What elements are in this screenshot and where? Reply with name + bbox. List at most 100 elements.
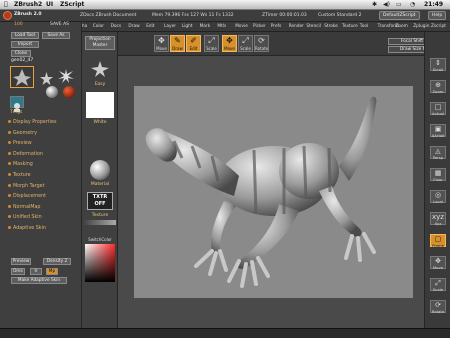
switch-color-gradient[interactable] (84, 220, 116, 225)
move-mode-button[interactable]: ✥ Move (222, 35, 237, 52)
density-slider[interactable]: Density 2 (43, 258, 71, 265)
help-button[interactable]: Help (428, 11, 447, 20)
section-bullet-icon (8, 226, 11, 229)
projection-master-button[interactable]: Projection Master (85, 36, 115, 50)
view-scale-button[interactable]: ⤢ Scale (430, 278, 446, 292)
section-unified-skin[interactable]: Unified Skin (8, 215, 42, 220)
menu-zoom[interactable]: Zoom (395, 24, 407, 29)
star-tool-icon[interactable] (40, 70, 53, 85)
texture-off-button[interactable]: TXTR OFF (87, 192, 113, 210)
menu-picker[interactable]: Picker (253, 24, 266, 29)
section-label: Texture (13, 173, 31, 178)
airport-icon[interactable]: ◔ (410, 1, 415, 8)
view-local-button[interactable]: ◎ Local (430, 190, 446, 204)
menu-mark[interactable]: Mark (200, 24, 211, 29)
battery-icon[interactable]: ▭ (396, 1, 402, 8)
material-sphere-icon[interactable] (90, 160, 110, 180)
zoom-icon: ⊕ (435, 81, 441, 89)
draw-tool-button[interactable]: ✎ Draw (170, 35, 185, 52)
rotate-icon: ⟳ (258, 36, 265, 45)
import-button[interactable]: Import (11, 41, 39, 48)
view-frame-button[interactable]: ▢ Frame (430, 234, 446, 248)
mp-button[interactable]: Mp (46, 268, 58, 275)
saveas-small[interactable]: SAVE AS (50, 22, 69, 27)
view-button-label: Zoom (432, 89, 444, 94)
current-tool-name: gen02_47 (11, 58, 34, 63)
texture-tool-icon[interactable] (10, 96, 24, 112)
current-tool-thumbnail[interactable] (10, 66, 34, 88)
document-canvas[interactable] (134, 86, 413, 298)
default-zscript-button[interactable]: DefaultZScript (379, 11, 420, 20)
rotate-mode-button[interactable]: ⟳ Rotate (254, 35, 269, 52)
view-move-button[interactable]: ✥ Move (430, 256, 446, 270)
menu-stencil[interactable]: Stencil (306, 24, 321, 29)
menu-stroke[interactable]: Stroke (324, 24, 338, 29)
clone-button[interactable]: Clone (11, 50, 31, 57)
view-aahalf-button[interactable]: ▣ AAHalf (430, 124, 446, 138)
edit-tool-button[interactable]: ✐ Edit (186, 35, 201, 52)
bluetooth-icon[interactable]: ✱ (372, 1, 377, 8)
scale-mode-button[interactable]: ⤢ Scale (238, 35, 253, 52)
menu-light[interactable]: Light (182, 24, 193, 29)
menu-docs[interactable]: Docs (111, 24, 122, 29)
view-rotate-button[interactable]: ⟳ Rotate (430, 300, 446, 314)
view-floor-button[interactable]: ▦ Floor (430, 168, 446, 182)
spiky-tool-icon[interactable] (58, 68, 74, 83)
ir-button[interactable]: Ir (30, 268, 42, 275)
section-bullet-icon (8, 141, 11, 145)
view-button-label: Scroll (432, 67, 444, 72)
brush-icon[interactable] (90, 60, 110, 78)
move-tool-button[interactable]: ✥ Move (154, 35, 169, 52)
view-persp-button[interactable]: ◬ Persp (430, 146, 446, 160)
scale-tool-button[interactable]: ⤢ Scale (204, 35, 219, 52)
white-swatch[interactable] (86, 92, 114, 118)
color-picker[interactable] (85, 244, 115, 282)
view-actual-button[interactable]: □ Actual (430, 102, 446, 116)
menu-zplugin[interactable]: Zplugin (413, 24, 429, 29)
menu-color[interactable]: Color (93, 24, 104, 29)
tool-palette: 100 SAVE AS Load Tool Save As Import Clo… (0, 11, 82, 328)
sphere-material-icon[interactable] (46, 86, 58, 98)
apple-menu-icon[interactable]:  (4, 1, 8, 8)
menu-zscript[interactable]: ZScript (60, 1, 84, 8)
section-displacement[interactable]: Displacement (8, 194, 46, 199)
section-display-properties[interactable]: Display Properties (8, 120, 56, 125)
dragon-model[interactable] (134, 86, 413, 298)
section-texture[interactable]: Texture (8, 173, 31, 178)
section-deformation[interactable]: Deformation (8, 151, 43, 157)
menu-layer[interactable]: Layer (164, 24, 176, 29)
make-adaptive-skin-button[interactable]: Make Adaptive Skin (11, 277, 67, 284)
menu-texture[interactable]: Texture (342, 24, 358, 29)
view-scroll-button[interactable]: ⇕ Scroll (430, 58, 446, 72)
frame-icon: ▢ (434, 235, 442, 243)
menu-draw[interactable]: Draw (128, 24, 139, 29)
menu-prefs[interactable]: Prefs (271, 24, 282, 29)
load-tool-button[interactable]: Load Tool (11, 32, 39, 39)
view-zoom-button[interactable]: ⊕ Zoom (430, 80, 446, 94)
section-label: Masking (13, 162, 33, 168)
section-adaptive-skin[interactable]: Adaptive Skin (8, 226, 46, 231)
menu-zscript[interactable]: Zscript (431, 24, 446, 29)
section-masking[interactable]: Masking (8, 162, 33, 167)
section-morph-target[interactable]: Morph Target (8, 183, 45, 189)
section-geometry[interactable]: Geometry (8, 130, 37, 136)
section-normalmap[interactable]: NormalMap (8, 204, 40, 210)
view-xyz-button[interactable]: xyz Xyz (430, 212, 446, 226)
menu-mtls[interactable]: Mtls (217, 24, 226, 29)
volume-icon[interactable]: ◀) (383, 1, 390, 8)
menu-render[interactable]: Render (289, 24, 304, 29)
scale-mode-icon: ⤢ (242, 36, 249, 45)
custom-layout[interactable]: Custom Standard 2 (318, 13, 361, 18)
menu-tool[interactable]: Tool (360, 24, 368, 29)
texture-label: Tmgs (10, 110, 23, 115)
menu-app-name[interactable]: ZBrush2 (14, 1, 42, 8)
section-preview[interactable]: Preview (8, 141, 32, 146)
dres-button[interactable]: Dres (11, 268, 25, 275)
menu-movie[interactable]: Movie (235, 24, 248, 29)
section-bullet-icon (8, 130, 11, 134)
preview-button[interactable]: Preview (11, 258, 31, 265)
menu-edit[interactable]: Edit (146, 24, 154, 29)
red-sphere-icon[interactable] (63, 86, 75, 98)
menu-ui[interactable]: UI (46, 1, 53, 8)
save-as-button[interactable]: Save As (42, 32, 70, 39)
